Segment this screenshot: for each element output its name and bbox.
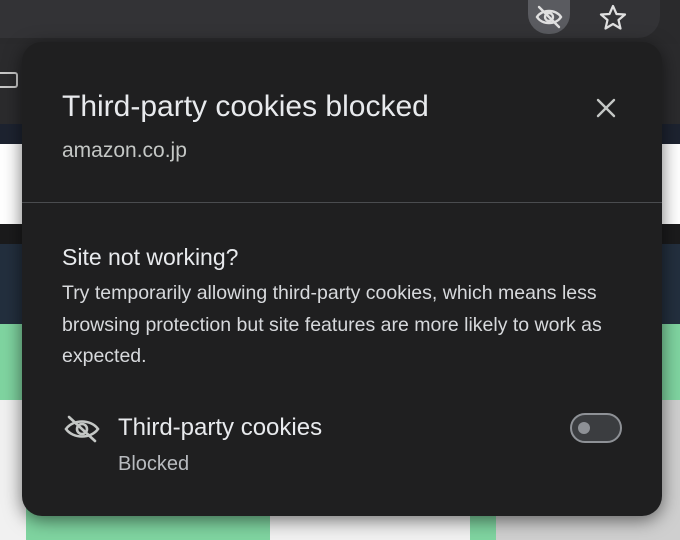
eye-slash-icon — [64, 415, 100, 443]
close-icon — [596, 98, 616, 118]
site-domain: amazon.co.jp — [62, 139, 187, 162]
bookmark-star-button[interactable] — [592, 0, 634, 34]
third-party-cookies-toggle[interactable] — [570, 413, 622, 443]
close-button[interactable] — [586, 88, 626, 128]
divider — [22, 202, 662, 203]
toggle-knob — [578, 422, 590, 434]
folder-icon[interactable] — [0, 72, 18, 88]
third-party-cookies-label: Third-party cookies — [118, 414, 323, 441]
cookie-row-icon — [62, 412, 102, 446]
cookies-blocked-indicator-button[interactable] — [528, 0, 570, 34]
section-description: Try temporarily allowing third-party coo… — [62, 282, 602, 367]
third-party-cookies-status: Blocked — [118, 453, 190, 475]
cookie-controls-bubble: Third-party cookies blocked amazon.co.jp… — [22, 42, 662, 516]
section-heading: Site not working? — [62, 244, 239, 270]
star-icon — [599, 4, 627, 30]
eye-slash-icon — [535, 5, 563, 29]
browser-toolbar — [0, 0, 680, 44]
browser-window: Third-party cookies blocked amazon.co.jp… — [0, 0, 680, 540]
bubble-title: Third-party cookies blocked — [62, 90, 429, 123]
